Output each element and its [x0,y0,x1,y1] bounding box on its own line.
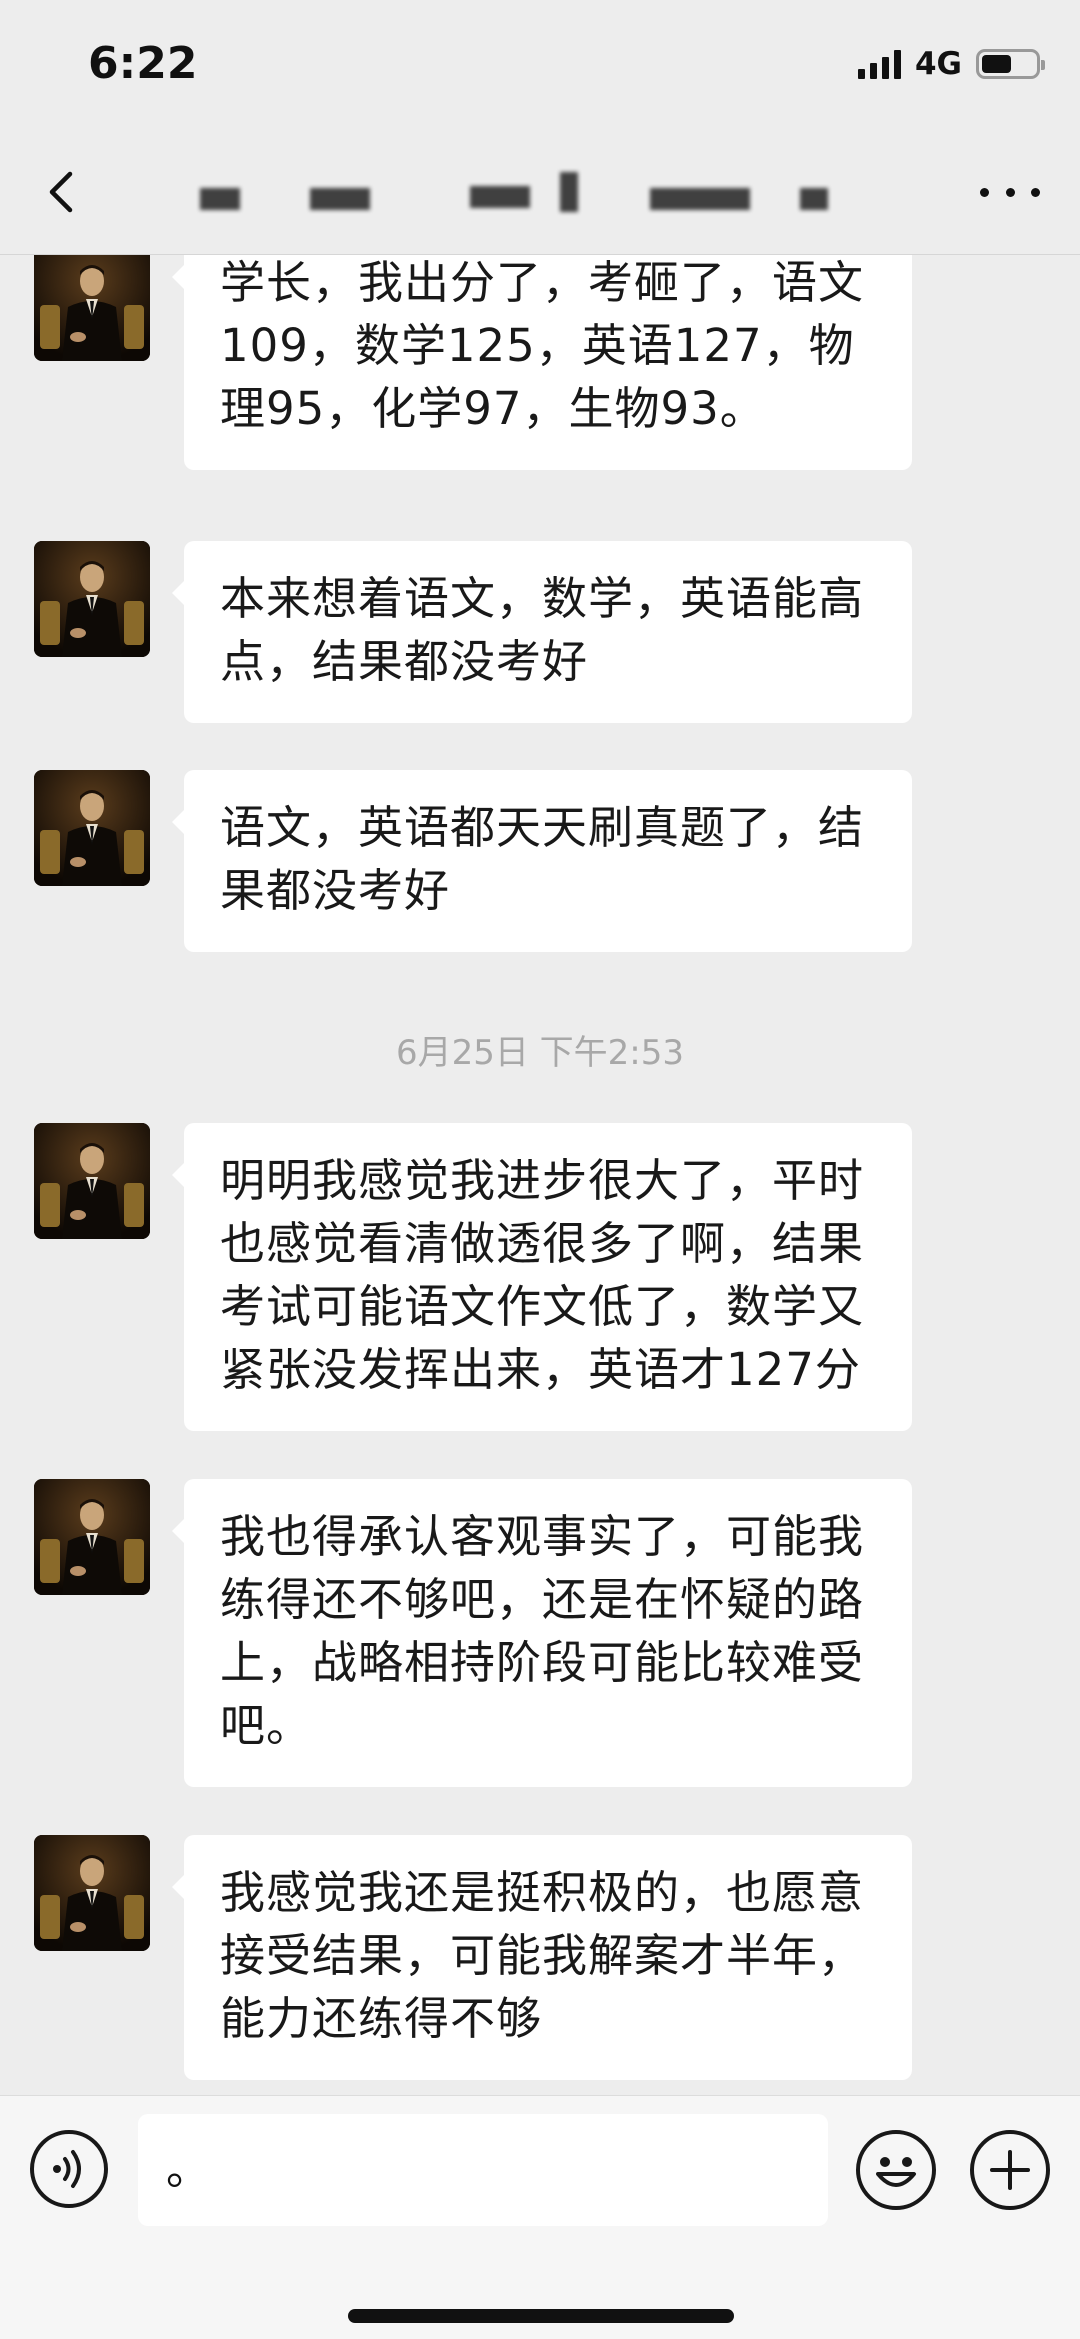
redacted-title-block [310,188,370,210]
plus-circle-icon [990,2150,1030,2190]
redacted-title-block [650,188,750,210]
message-row: 我感觉我还是挺积极的，也愿意接受结果，可能我解案才半年，能力还练得不够 [0,1835,1080,2080]
signal-icon [857,49,901,79]
chat-title-redacted [200,172,840,216]
avatar[interactable] [34,541,150,657]
status-indicators: 4G [857,44,1045,84]
chat-screen: 6:22 4G 学长，我出分了，考砸了，语文109，数学125，英语127，物理… [0,0,1080,2339]
add-button[interactable] [970,2130,1050,2210]
message-bubble[interactable]: 我感觉我还是挺积极的，也愿意接受结果，可能我解案才半年，能力还练得不够 [172,1835,912,2080]
emoji-button[interactable] [856,2130,936,2210]
network-type: 4G [914,46,962,82]
status-bar: 6:22 4G [0,0,1080,130]
emoji-icon [876,2157,916,2187]
more-options-button[interactable] [980,178,1040,206]
home-indicator[interactable] [348,2309,734,2323]
avatar[interactable] [34,1835,150,1951]
status-time: 6:22 [88,38,198,89]
message-row: 学长，我出分了，考砸了，语文109，数学125，英语127，物理95，化学97，… [0,255,1080,491]
avatar[interactable] [34,255,150,361]
message-row: 语文，英语都天天刷真题了，结果都没考好 [0,770,1080,952]
timestamp: 6月25日 下午2:53 [395,1033,685,1073]
message-row: 我也得承认客观事实了，可能我练得还不够吧，还是在怀疑的路上，战略相持阶段可能比较… [0,1479,1080,1787]
voice-icon [53,2150,81,2188]
battery-icon [976,49,1045,79]
message-row: 本来想着语文，数学，英语能高点，结果都没考好 [0,541,1080,723]
message-bubble[interactable]: 语文，英语都天天刷真题了，结果都没考好 [172,770,912,952]
message-bubble[interactable]: 明明我感觉我进步很大了，平时也感觉看清做透很多了啊，结果考试可能语文作文低了，数… [172,1123,912,1431]
chevron-left-icon [49,171,73,213]
avatar[interactable] [34,1479,150,1595]
battery-level [982,55,1011,73]
chat-header [0,130,1080,255]
ellipsis-icon [980,187,989,197]
message-row: 明明我感觉我进步很大了，平时也感觉看清做透很多了啊，结果考试可能语文作文低了，数… [0,1123,1080,1431]
redacted-title-block [800,188,828,210]
avatar[interactable] [34,770,150,886]
message-bubble[interactable]: 学长，我出分了，考砸了，语文109，数学125，英语127，物理95，化学97，… [172,255,912,470]
message-list[interactable]: 学长，我出分了，考砸了，语文109，数学125，英语127，物理95，化学97，… [0,255,1080,2095]
redacted-title-block [200,188,240,210]
voice-button[interactable] [30,2130,108,2208]
redacted-title-block [470,186,530,208]
input-bar: 。 [0,2095,1080,2339]
back-button[interactable] [36,160,96,224]
message-input[interactable]: 。 [138,2114,828,2226]
avatar[interactable] [34,1123,150,1239]
redacted-title-block [560,172,578,212]
message-bubble[interactable]: 本来想着语文，数学，英语能高点，结果都没考好 [172,541,912,723]
message-bubble[interactable]: 我也得承认客观事实了，可能我练得还不够吧，还是在怀疑的路上，战略相持阶段可能比较… [172,1479,912,1787]
